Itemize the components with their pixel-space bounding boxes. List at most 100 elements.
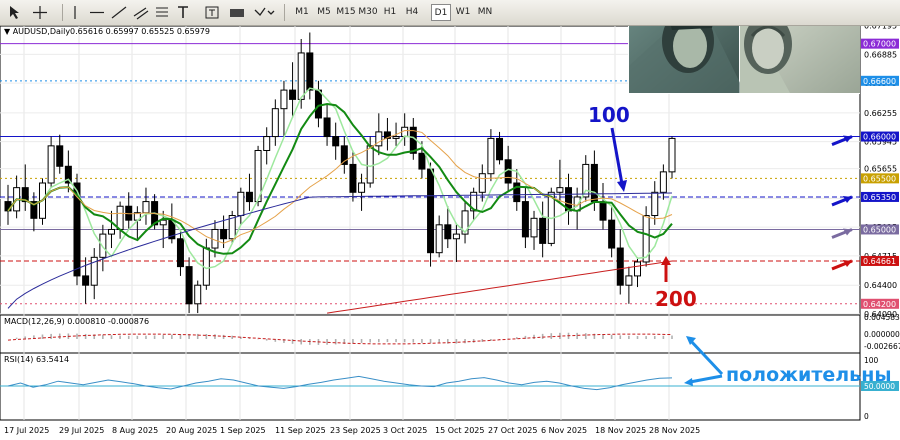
y-tick-3: 0.66255 — [864, 109, 897, 118]
candle-body — [556, 187, 564, 193]
candle-body — [496, 137, 504, 161]
macd-tick-2: -0.002667 — [864, 342, 900, 351]
x-label-9: 27 Oct 2025 — [488, 426, 537, 435]
candle-body — [634, 261, 642, 277]
x-label-5: 11 Sep 2025 — [275, 426, 326, 435]
candle-body — [297, 52, 305, 100]
banknote-photo: B — [628, 26, 860, 94]
candle-body — [56, 145, 64, 167]
text-icon[interactable] — [176, 4, 190, 21]
candle-body — [427, 168, 435, 254]
level-tag-0: 0.67000 — [863, 40, 896, 49]
candle-body — [444, 224, 452, 240]
level-tag-7: 0.64200 — [863, 300, 896, 309]
candle-body — [82, 275, 90, 286]
candle-body — [220, 228, 228, 240]
level-tag-6: 0.64661 — [863, 257, 896, 266]
candle-body — [237, 191, 245, 217]
x-label-1: 29 Jul 2025 — [59, 426, 104, 435]
timeframe-w1[interactable]: W1 — [453, 4, 473, 21]
candle-body — [668, 137, 676, 173]
level-tag-5: 0.65000 — [863, 225, 896, 234]
level-tag-3: 0.65500 — [863, 174, 896, 183]
candle-body — [487, 137, 495, 175]
candle-body — [306, 52, 314, 91]
candle-body — [289, 89, 297, 100]
annotation-rsi-text: положительны — [726, 364, 892, 386]
timeframe-h4[interactable]: H4 — [402, 4, 422, 21]
candle-body — [185, 266, 193, 305]
candle-body — [590, 163, 598, 203]
candle-body — [478, 173, 486, 193]
candle-body — [582, 163, 590, 198]
candle-body — [107, 228, 115, 235]
candle-body — [521, 201, 529, 238]
candle-body — [625, 275, 633, 286]
crosshair-icon[interactable] — [30, 4, 50, 21]
candle-body — [116, 205, 124, 230]
ohlc-label: 0.65616 0.65997 0.65525 0.65979 — [70, 27, 210, 36]
cursor-icon[interactable] — [6, 4, 22, 21]
rectangle-icon[interactable] — [228, 4, 246, 21]
horizontal-line-icon[interactable] — [88, 4, 106, 21]
candle-body — [349, 163, 357, 193]
timeframe-m1[interactable]: M1 — [292, 4, 312, 21]
y-tick-9: 0.64400 — [864, 281, 897, 290]
x-label-0: 17 Jul 2025 — [4, 426, 49, 435]
timeframe-d1[interactable]: D1 — [431, 4, 451, 21]
macd-label: MACD(12,26,9) 0.000810 -0.000876 — [4, 317, 149, 326]
candle-body — [245, 191, 253, 203]
candle-body — [358, 182, 366, 193]
timeframe-m30[interactable]: M30 — [358, 4, 378, 21]
candle-body — [323, 117, 331, 138]
candle-body — [599, 201, 607, 221]
x-label-7: 3 Oct 2025 — [383, 426, 427, 435]
toolbar: M1 M5 M15 M30 H1 H4 D1 W1 MN — [0, 0, 900, 26]
rsi-label: RSI(14) 63.5414 — [4, 355, 69, 364]
y-tick-1: 0.66885 — [864, 50, 897, 59]
candle-body — [280, 89, 288, 110]
x-label-2: 8 Aug 2025 — [112, 426, 158, 435]
x-label-11: 18 Nov 2025 — [595, 426, 646, 435]
rsi-tick-2: 0 — [864, 412, 869, 421]
candle-body — [142, 201, 150, 214]
candle-body — [530, 217, 538, 238]
x-label-6: 23 Sep 2025 — [330, 426, 381, 435]
macd-tick-1: 0.000000 — [864, 330, 900, 339]
y-tick-5: 0.65655 — [864, 165, 897, 174]
candle-body — [47, 145, 55, 184]
channel-icon[interactable] — [132, 4, 150, 21]
candle-body — [452, 233, 460, 240]
trendline-icon[interactable] — [110, 4, 128, 21]
candle-body — [608, 219, 616, 249]
candle-body — [314, 89, 322, 119]
candle-body — [418, 152, 426, 170]
timeframe-mn[interactable]: MN — [475, 4, 495, 21]
candle-body — [539, 217, 547, 244]
candle-body — [271, 108, 279, 138]
timeframe-m5[interactable]: M5 — [314, 4, 334, 21]
candle-body — [616, 247, 624, 286]
shapes-icon[interactable] — [252, 4, 278, 21]
timeframe-h1[interactable]: H1 — [380, 4, 400, 21]
candle-body — [392, 136, 400, 139]
chart-area: MACD(12,26,9) 0.000810 -0.000876 RSI(14) … — [0, 26, 900, 440]
candle-body — [176, 238, 184, 268]
vertical-line-icon[interactable] — [66, 4, 84, 21]
annotation-100: 100 — [588, 103, 630, 127]
symbol-label: ▼ AUDUSD,Daily — [4, 27, 70, 36]
fibonacci-icon[interactable] — [154, 4, 170, 21]
candle-body — [651, 191, 659, 217]
candle-body — [435, 224, 443, 254]
candle-body — [332, 136, 340, 147]
level-tag-4: 0.65350 — [863, 193, 896, 202]
level-tag-2: 0.66000 — [863, 133, 896, 142]
x-label-8: 15 Oct 2025 — [435, 426, 484, 435]
x-label-4: 1 Sep 2025 — [220, 426, 266, 435]
timeframe-m15[interactable]: M15 — [336, 4, 356, 21]
macd-tick-0: 0.004583 — [864, 313, 900, 322]
x-label-12: 28 Nov 2025 — [649, 426, 700, 435]
level-tag-1: 0.66600 — [863, 77, 896, 86]
label-icon[interactable] — [204, 4, 220, 21]
candle-body — [194, 284, 202, 305]
